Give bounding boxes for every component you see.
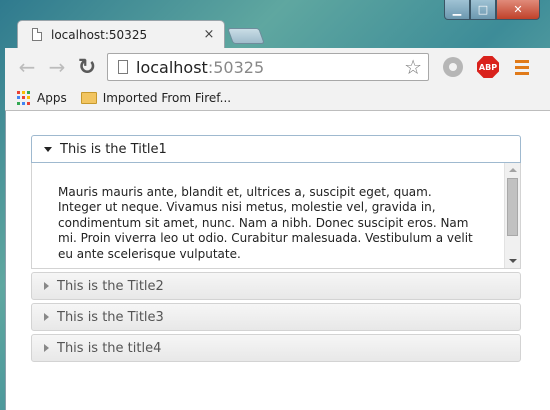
url-text[interactable]: localhost:50325 — [136, 58, 404, 77]
bookmark-star-icon[interactable]: ☆ — [404, 55, 422, 79]
apps-grid-icon[interactable] — [17, 91, 31, 105]
accordion-header-label: This is the Title3 — [57, 309, 164, 325]
page-info-icon[interactable] — [118, 60, 128, 74]
triangle-right-icon — [44, 344, 49, 352]
accordion-header-title1[interactable]: This is the Title1 — [31, 135, 521, 163]
bookmarks-bar: Apps Imported From Firef... — [5, 86, 550, 111]
tab-close-icon[interactable]: × — [200, 27, 218, 42]
bookmark-imported-folder[interactable]: Imported From Firef... — [103, 91, 231, 105]
url-port: :50325 — [207, 57, 265, 77]
folder-icon — [80, 92, 97, 104]
tab-title: localhost:50325 — [51, 27, 148, 42]
page-content: This is the Title1 Mauris mauris ante, b… — [5, 111, 550, 410]
tab-strip: localhost:50325 × ▁ □ ✕ — [5, 0, 550, 48]
url-host: localhost — [136, 57, 208, 77]
back-button[interactable]: ← — [13, 53, 41, 81]
browser-toolbar: ← → ↻ localhost:50325 ☆ ABP — [5, 48, 550, 86]
panel-scrollbar[interactable] — [504, 163, 520, 268]
adblock-plus-icon[interactable]: ABP — [477, 56, 499, 78]
scroll-down-arrow-icon[interactable] — [509, 259, 517, 263]
browser-window: localhost:50325 × ▁ □ ✕ ← → ↻ localhost:… — [5, 0, 550, 410]
address-bar[interactable]: localhost:50325 ☆ — [107, 53, 429, 81]
accordion-panel-text: Mauris mauris ante, blandit et, ultrices… — [58, 185, 473, 261]
accordion: This is the Title1 Mauris mauris ante, b… — [31, 135, 521, 362]
new-tab-button[interactable] — [227, 28, 265, 44]
minimize-button[interactable]: ▁ — [444, 0, 470, 20]
accordion-header-title4[interactable]: This is the title4 — [31, 334, 521, 362]
reload-button[interactable]: ↻ — [73, 53, 101, 81]
page-favicon-icon — [32, 28, 42, 41]
bookmark-apps[interactable]: Apps — [37, 91, 67, 105]
accordion-header-title2[interactable]: This is the Title2 — [31, 272, 521, 300]
triangle-right-icon — [44, 313, 49, 321]
accordion-header-label: This is the title4 — [57, 340, 162, 356]
accordion-header-label: This is the Title1 — [60, 141, 167, 157]
accordion-header-title3[interactable]: This is the Title3 — [31, 303, 521, 331]
close-window-button[interactable]: ✕ — [496, 0, 540, 20]
scroll-up-arrow-icon[interactable] — [509, 168, 517, 172]
chrome-menu-icon[interactable] — [515, 59, 529, 75]
accordion-panel-title1: Mauris mauris ante, blandit et, ultrices… — [31, 163, 521, 269]
scrollbar-thumb[interactable] — [507, 178, 518, 236]
triangle-down-icon — [44, 146, 52, 152]
triangle-right-icon — [44, 282, 49, 290]
forward-button[interactable]: → — [43, 53, 71, 81]
extension-icon[interactable] — [443, 57, 463, 77]
accordion-header-label: This is the Title2 — [57, 278, 164, 294]
maximize-button[interactable]: □ — [470, 0, 496, 20]
browser-tab[interactable]: localhost:50325 × — [17, 20, 225, 48]
window-controls: ▁ □ ✕ — [444, 0, 540, 20]
